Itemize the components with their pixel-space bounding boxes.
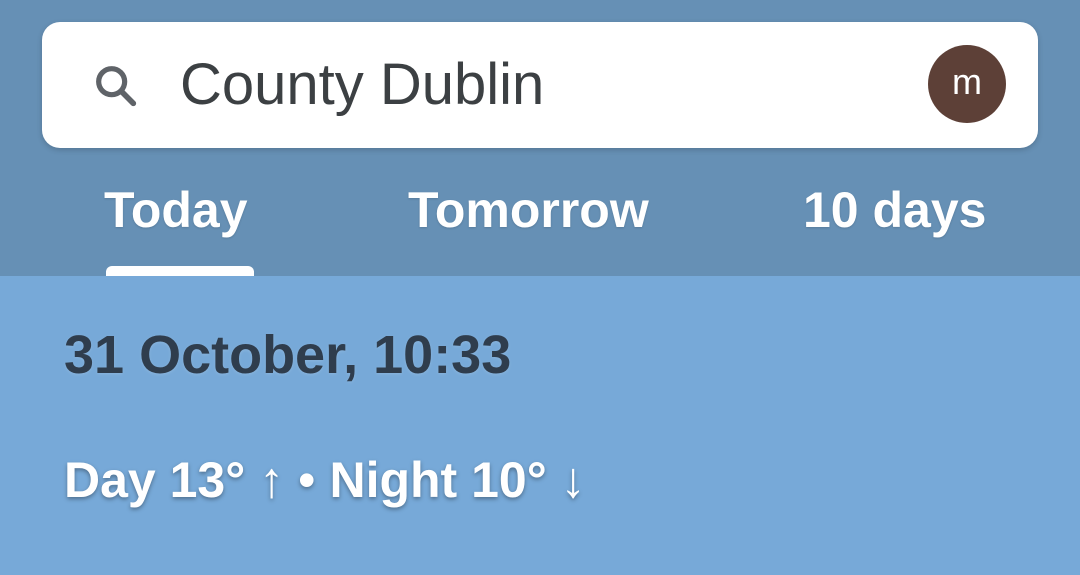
down-arrow-icon: ↓ [560,452,586,508]
header: County Dublin m Today Tomorrow 10 days [0,0,1080,276]
day-night-temperatures: Day 13° ↑ • Night 10° ↓ [64,450,586,510]
avatar[interactable]: m [928,45,1006,123]
weather-page: County Dublin m Today Tomorrow 10 days 3… [0,0,1080,575]
tab-tomorrow[interactable]: Tomorrow [408,180,649,240]
up-arrow-icon: ↑ [259,452,285,508]
selected-tab-indicator [106,266,254,276]
search-input[interactable]: County Dublin [180,50,544,120]
night-temperature: Night 10° [329,452,547,508]
tab-10-days[interactable]: 10 days [803,180,986,240]
separator-dot: • [298,452,316,508]
forecast-datetime: 31 October, 10:33 [64,325,512,385]
tab-today[interactable]: Today [104,180,248,240]
search-icon[interactable] [90,60,142,112]
day-temperature: Day 13° [64,452,246,508]
